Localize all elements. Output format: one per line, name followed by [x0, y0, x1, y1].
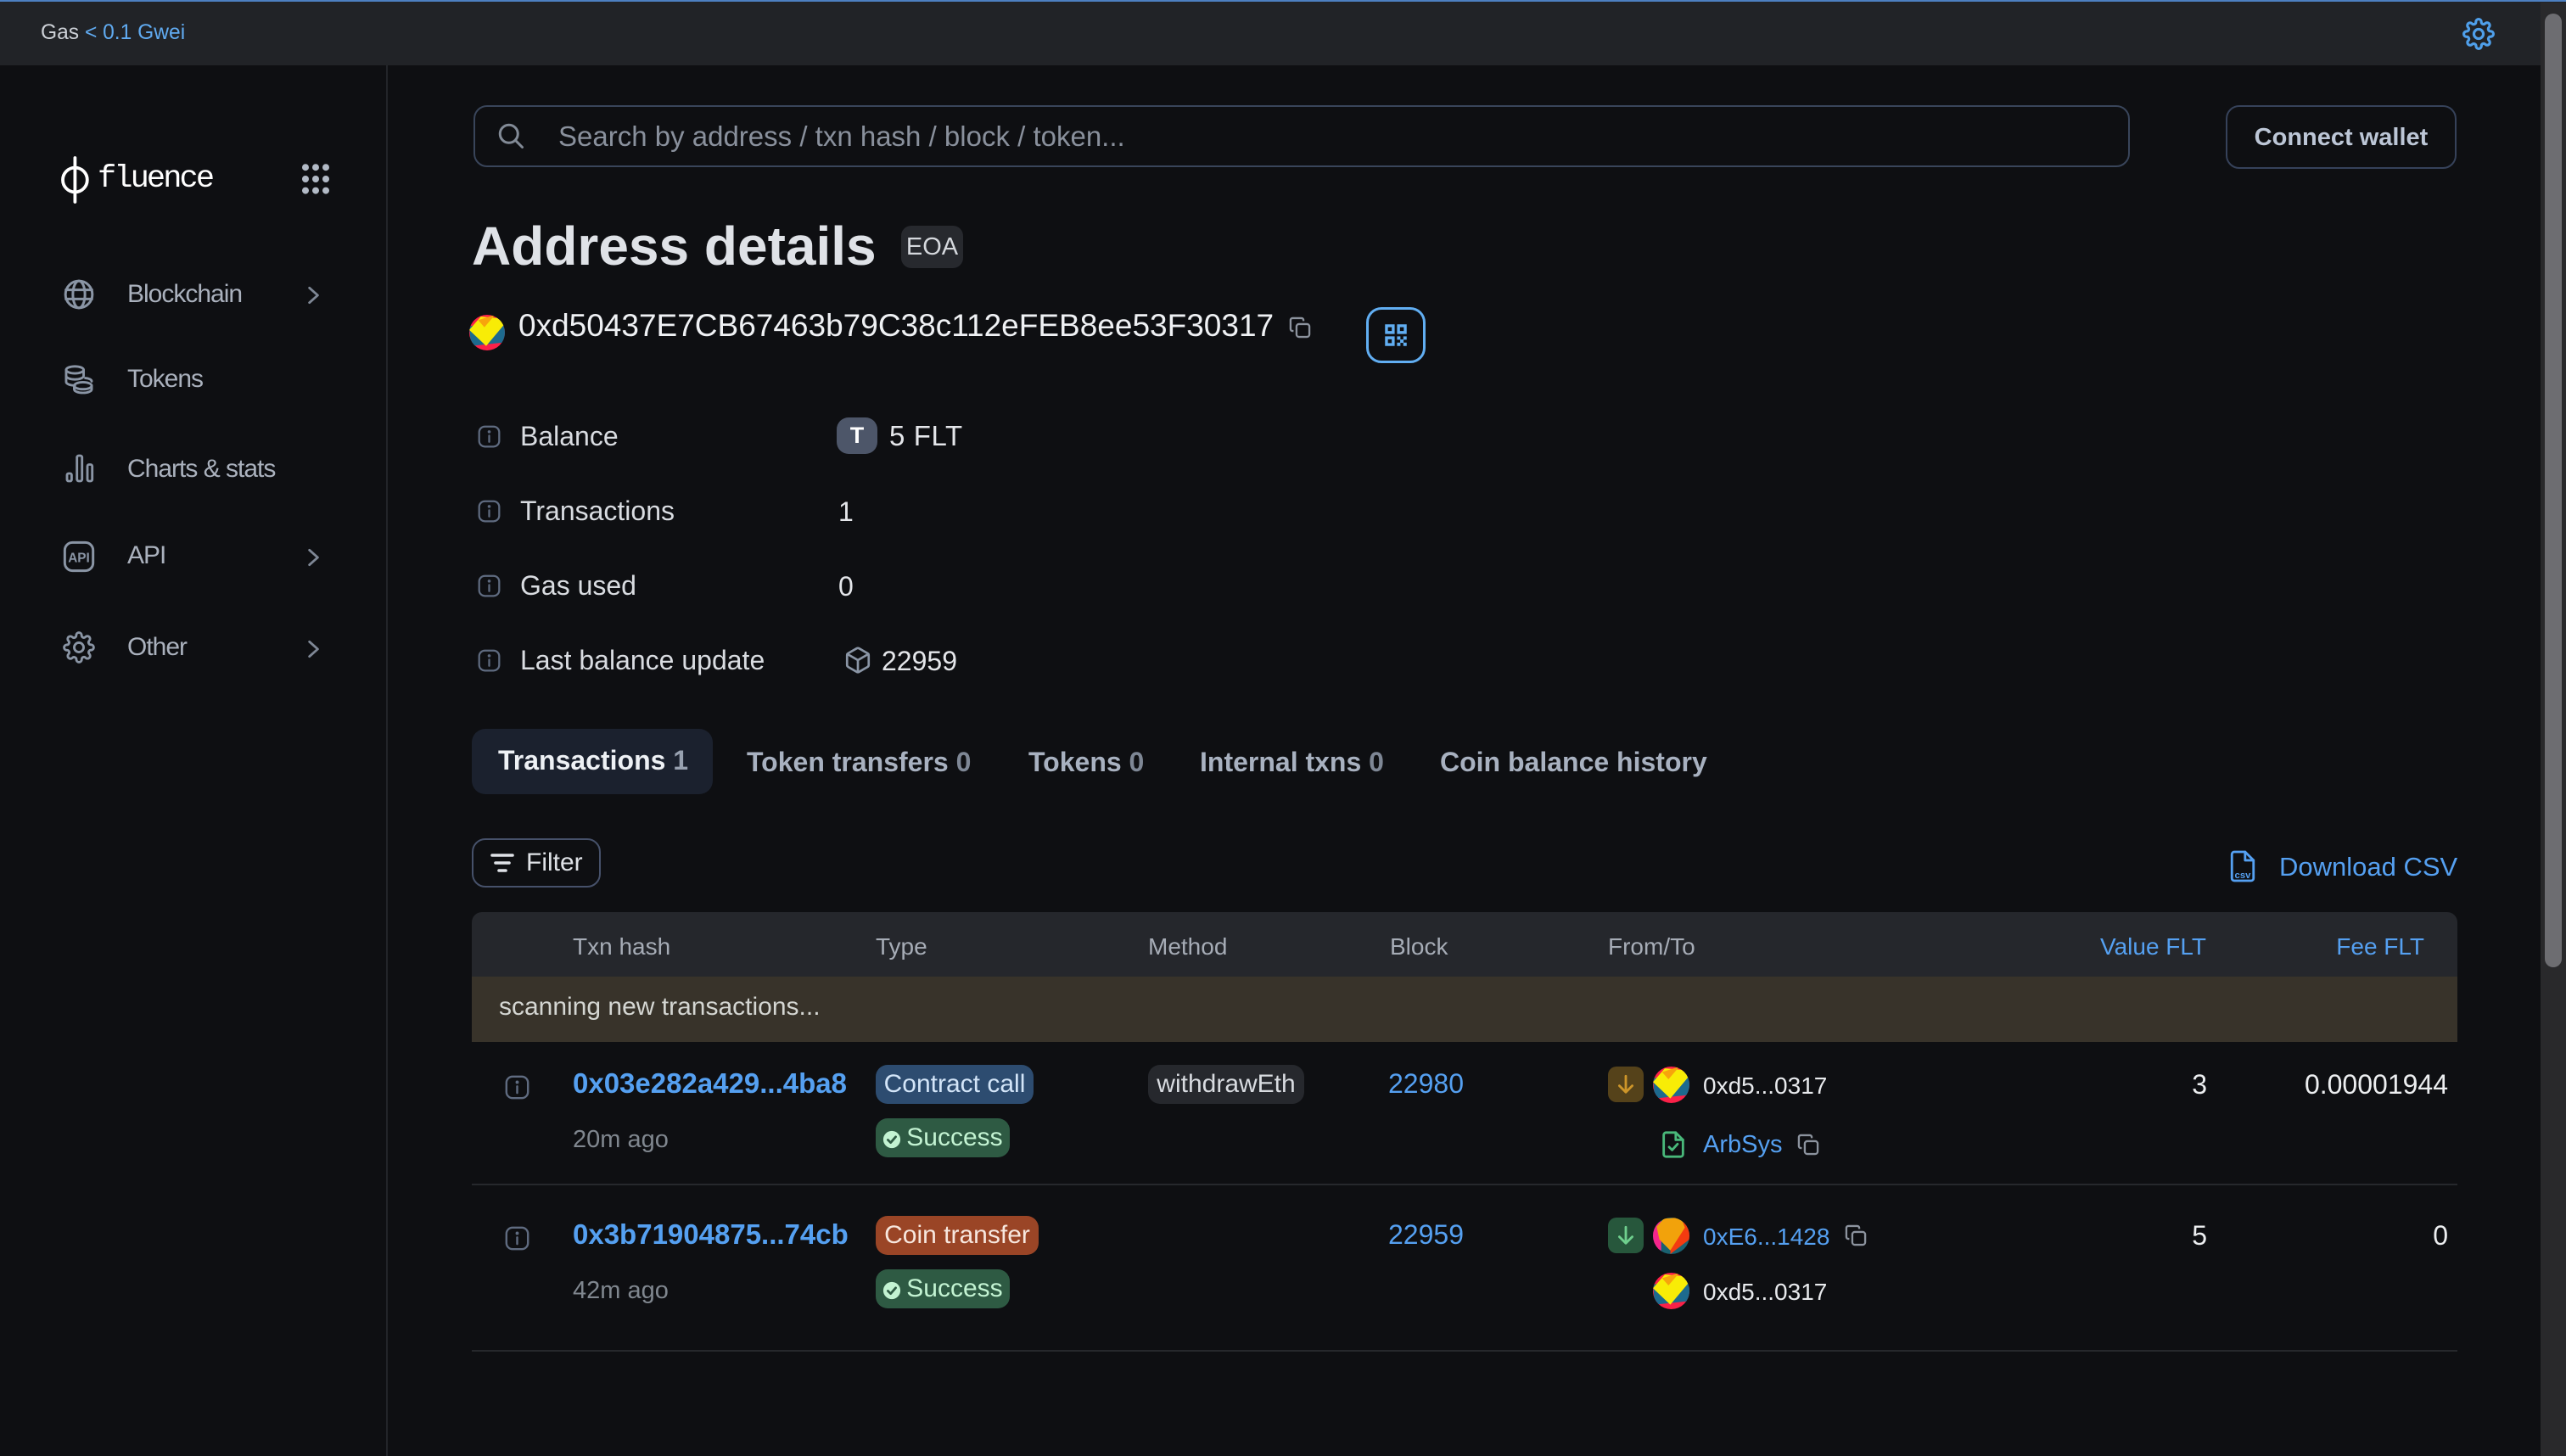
svg-text:API: API	[68, 551, 90, 565]
svg-text:csv: csv	[2235, 871, 2252, 881]
